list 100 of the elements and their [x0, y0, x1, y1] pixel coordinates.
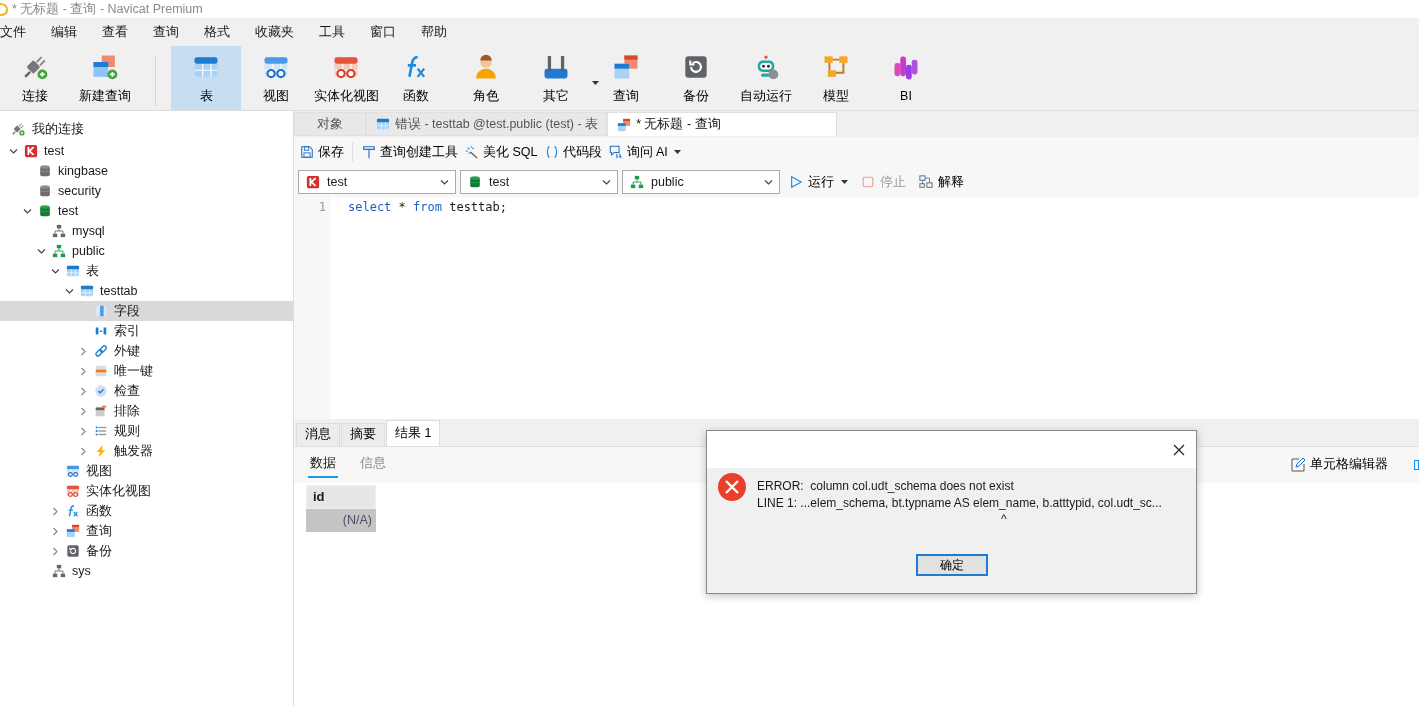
- tree-label: 排除: [114, 402, 140, 420]
- close-icon: [1173, 443, 1185, 456]
- tab[interactable]: 错误 - testtab @test.public (test) - 表: [366, 112, 608, 136]
- tree-item[interactable]: 排除: [0, 401, 293, 421]
- toolbar-button[interactable]: 角色: [451, 46, 521, 110]
- chevron-down-icon[interactable]: [22, 206, 32, 216]
- dropdown[interactable]: public: [622, 170, 780, 194]
- menu-item[interactable]: 窗口: [370, 23, 396, 41]
- menu-item[interactable]: 查看: [102, 23, 128, 41]
- menu-item[interactable]: 编辑: [51, 23, 77, 41]
- toolbar-button[interactable]: 模型: [801, 46, 871, 110]
- tree-item[interactable]: 表: [0, 261, 293, 281]
- tree-item[interactable]: public: [0, 241, 293, 261]
- tab[interactable]: 数据: [308, 451, 338, 478]
- toolbar-button[interactable]: 查询创建工具: [361, 141, 458, 163]
- tree-item[interactable]: 触发器: [0, 441, 293, 461]
- chevron-right-icon[interactable]: [78, 386, 88, 396]
- toolbar-button[interactable]: 备份: [661, 46, 731, 110]
- tab[interactable]: * 无标题 - 查询: [607, 112, 838, 136]
- toolbar-button[interactable]: 表: [171, 46, 241, 110]
- cell-editor-button[interactable]: 单元格编辑器: [1284, 455, 1394, 474]
- tab[interactable]: 对象: [294, 112, 366, 136]
- error-message: ERROR: column col.udt_schema does not exist: [757, 478, 1015, 495]
- chevron-right-icon[interactable]: [78, 426, 88, 436]
- chevron-down-icon[interactable]: [764, 177, 773, 187]
- tab[interactable]: 消息: [296, 422, 340, 446]
- chevron-right-icon[interactable]: [78, 346, 88, 356]
- dropdown[interactable]: test: [298, 170, 456, 194]
- tab[interactable]: 结果 1: [386, 419, 441, 446]
- tree-item[interactable]: 函数: [0, 501, 293, 521]
- tree-item[interactable]: 视图: [0, 461, 293, 481]
- builder-icon: [361, 144, 377, 160]
- menu-item[interactable]: 文件: [0, 23, 26, 41]
- chevron-right-icon[interactable]: [50, 526, 60, 536]
- chevron-right-icon[interactable]: [50, 506, 60, 516]
- chevron-right-icon[interactable]: [50, 546, 60, 556]
- toolbar-button[interactable]: 新建查询: [70, 46, 140, 110]
- tree-label: testtab: [100, 284, 138, 298]
- error-icon: [717, 472, 747, 502]
- toolbar-button[interactable]: 代码段: [543, 141, 602, 163]
- menu-item[interactable]: 帮助: [421, 23, 447, 41]
- tree-item[interactable]: test: [0, 141, 293, 161]
- tree-item[interactable]: 字段: [0, 301, 293, 321]
- ok-button[interactable]: 确定: [915, 553, 988, 576]
- chevron-down-icon[interactable]: [64, 286, 74, 296]
- toolbar-button[interactable]: 自动运行: [731, 46, 801, 110]
- chevron-right-icon[interactable]: [78, 446, 88, 456]
- caret-icon[interactable]: [841, 180, 849, 184]
- key-icon: [93, 363, 109, 379]
- tree-item[interactable]: security: [0, 181, 293, 201]
- tab[interactable]: 信息: [358, 451, 388, 478]
- tree-item[interactable]: sys: [0, 561, 293, 581]
- chevron-down-icon[interactable]: [50, 266, 60, 276]
- chevron-right-icon[interactable]: [78, 406, 88, 416]
- toolbar-button[interactable]: 其它: [521, 46, 591, 110]
- tree-item[interactable]: 索引: [0, 321, 293, 341]
- chevron-down-icon[interactable]: [602, 177, 611, 187]
- toolbar-button[interactable]: 解释: [914, 173, 969, 191]
- toolbar-button[interactable]: 连接: [0, 46, 70, 110]
- toolbar-button[interactable]: BI: [871, 46, 941, 110]
- toolbar-icon[interactable]: [1414, 459, 1419, 470]
- tree-item[interactable]: 检查: [0, 381, 293, 401]
- window-title: * 无标题 - 查询 - Navicat Premium: [12, 0, 203, 18]
- menu-item[interactable]: 查询: [153, 23, 179, 41]
- toolbar-button[interactable]: 美化 SQL: [464, 141, 538, 163]
- tree-item[interactable]: testtab: [0, 281, 293, 301]
- dropdown[interactable]: test: [460, 170, 618, 194]
- tree-item[interactable]: 规则: [0, 421, 293, 441]
- chevron-down-icon[interactable]: [440, 177, 449, 187]
- tree-item[interactable]: mysql: [0, 221, 293, 241]
- tree-label: 备份: [86, 542, 112, 560]
- chevron-down-icon[interactable]: [36, 246, 46, 256]
- chevron-right-icon[interactable]: [78, 366, 88, 376]
- toolbar-button[interactable]: 函数: [381, 46, 451, 110]
- tree-item[interactable]: 查询: [0, 521, 293, 541]
- tree-item[interactable]: test: [0, 201, 293, 221]
- toolbar-button[interactable]: 查询: [591, 46, 661, 110]
- menu-item[interactable]: 收藏夹: [255, 23, 294, 41]
- schema-icon: [51, 223, 67, 239]
- tree-item[interactable]: kingbase: [0, 161, 293, 181]
- link-icon: [93, 343, 109, 359]
- toolbar-button[interactable]: 询问 AI: [607, 141, 682, 163]
- chat-icon: [607, 144, 624, 160]
- column-header[interactable]: id: [306, 484, 376, 509]
- app-icon: [0, 2, 8, 16]
- caret-icon[interactable]: [674, 150, 682, 154]
- tree-item[interactable]: 外键: [0, 341, 293, 361]
- tree-item[interactable]: 备份: [0, 541, 293, 561]
- menu-item[interactable]: 工具: [319, 23, 345, 41]
- toolbar-button[interactable]: 实体化视图: [311, 46, 381, 110]
- tree-item[interactable]: 唯一键: [0, 361, 293, 381]
- menu-item[interactable]: 格式: [204, 23, 230, 41]
- toolbar-button[interactable]: 视图: [241, 46, 311, 110]
- table-cell[interactable]: (N/A): [306, 508, 376, 532]
- tree-item[interactable]: 实体化视图: [0, 481, 293, 501]
- caret-icon[interactable]: [592, 81, 599, 85]
- toolbar-button[interactable]: 运行: [784, 173, 853, 191]
- tab[interactable]: 摘要: [341, 422, 385, 446]
- chevron-down-icon[interactable]: [8, 146, 18, 156]
- toolbar-button[interactable]: 保存: [299, 141, 344, 163]
